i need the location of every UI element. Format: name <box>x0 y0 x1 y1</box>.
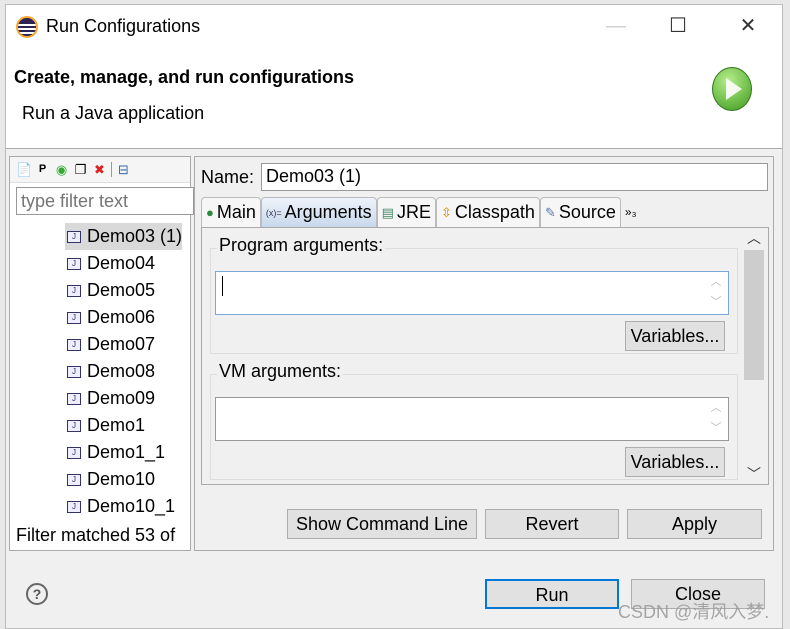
configuration-label: Demo09 <box>87 388 156 408</box>
configuration-label: Demo1_1 <box>87 442 166 462</box>
header-title: Create, manage, and run configurations <box>14 67 355 87</box>
apply-button[interactable]: Apply <box>627 509 762 539</box>
run-icon <box>712 67 752 111</box>
revert-button[interactable]: Revert <box>485 509 619 539</box>
configuration-item[interactable]: J Demo10 <box>65 466 182 493</box>
name-input[interactable]: Demo03 (1) <box>261 163 768 191</box>
run-configurations-dialog: Run Configurations — ☐ ✕ Create, manage,… <box>5 4 783 629</box>
title-bar: Run Configurations — ☐ ✕ <box>6 5 782 49</box>
tab-jre[interactable]: ▤ JRE <box>376 197 436 227</box>
program-arguments-label: Program arguments: <box>217 235 386 256</box>
scroll-down-icon[interactable]: ﹀ <box>742 464 766 484</box>
maximize-button[interactable]: ☐ <box>658 11 698 41</box>
configuration-tree: J Demo03 (1) J Demo04 J Demo05 J Demo06 J Demo07 J… <box>65 223 183 520</box>
textarea-scrollbar[interactable]: ︿ ﹀ <box>704 272 728 314</box>
program-arguments-input[interactable]: ︿ ﹀ <box>215 271 729 315</box>
arguments-panel: Program arguments: ︿ ﹀ Variables... VM ar… <box>201 227 769 485</box>
scroll-up-icon[interactable]: ︿ <box>742 228 766 248</box>
java-app-icon: J <box>67 257 81 270</box>
configuration-item[interactable]: J Demo1 <box>65 412 182 439</box>
duplicate-icon[interactable]: ❐ <box>73 162 88 177</box>
java-app-icon: J <box>67 392 81 405</box>
new-configuration-icon[interactable]: 📄 <box>16 162 32 177</box>
toolbar-divider <box>111 162 112 177</box>
configuration-item[interactable]: J Demo03 (1) <box>65 223 183 250</box>
configuration-label: Demo04 <box>87 253 156 273</box>
show-command-line-button[interactable]: Show Command Line <box>287 509 477 539</box>
configuration-item[interactable]: J Demo07 <box>65 331 182 358</box>
configuration-item[interactable]: J Demo08 <box>65 358 182 385</box>
tab-label: Classpath <box>454 202 535 222</box>
minimize-button[interactable]: — <box>596 11 636 41</box>
configuration-item[interactable]: J Demo09 <box>65 385 182 412</box>
scroll-thumb[interactable] <box>744 250 764 380</box>
delete-icon[interactable]: ✖ <box>92 162 107 177</box>
tab-label: Arguments <box>284 202 372 222</box>
tab-source[interactable]: ✎ Source <box>539 197 621 227</box>
java-app-icon: J <box>67 338 81 351</box>
tab-label: JRE <box>396 202 431 222</box>
configuration-item[interactable]: J Demo05 <box>65 277 182 304</box>
java-app-icon: J <box>67 365 81 378</box>
tab-classpath[interactable]: ⇳ Classpath <box>435 197 540 227</box>
header-subtitle: Run a Java application <box>22 103 205 123</box>
vm-arguments-group: VM arguments: ︿ ﹀ Variables... <box>210 361 738 480</box>
java-app-icon: J <box>67 446 81 459</box>
java-app-icon: J <box>67 419 81 432</box>
tab-main[interactable]: ● Main <box>201 197 261 227</box>
dialog-header: Create, manage, and run configurations R… <box>6 49 782 149</box>
vm-arguments-label: VM arguments: <box>217 361 344 382</box>
list-toolbar: 📄 P ◉ ❐ ✖ ⊟ <box>10 157 190 183</box>
filter-input[interactable] <box>16 187 194 215</box>
filter-status: Filter matched 53 of <box>16 525 176 545</box>
configuration-item[interactable]: J Demo06 <box>65 304 182 331</box>
configuration-label: Demo10 <box>87 469 156 489</box>
new-prototype-icon[interactable]: P <box>35 162 50 177</box>
tab-label: Main <box>216 202 256 222</box>
run-button[interactable]: Run <box>485 579 619 609</box>
more-tabs-button[interactable]: »₃ <box>621 197 641 227</box>
eclipse-icon <box>16 16 38 38</box>
tab-strip: ● Main (x)= Arguments ▤ JRE ⇳ Classpath ✎ Source»… <box>201 197 769 229</box>
collapse-all-icon[interactable]: ⊟ <box>116 162 131 177</box>
panel-scrollbar[interactable]: ︿ ﹀ <box>742 228 766 484</box>
help-icon[interactable]: ? <box>26 583 48 605</box>
java-app-icon: J <box>67 284 81 297</box>
configuration-item[interactable]: J Demo04 <box>65 250 182 277</box>
arguments-icon: (x)= <box>265 207 282 218</box>
vm-arguments-input[interactable]: ︿ ﹀ <box>215 397 729 441</box>
source-icon: ✎ <box>544 204 556 220</box>
watermark: CSDN @清风入梦. <box>618 602 770 622</box>
configuration-label: Demo07 <box>87 334 156 354</box>
configuration-label: Demo1 <box>87 415 146 435</box>
configuration-label: Demo05 <box>87 280 156 300</box>
configuration-editor: Name: Demo03 (1) ● Main (x)= Arguments ▤ JRE ⇳… <box>194 156 774 551</box>
java-app-icon: J <box>67 311 81 324</box>
configuration-list-panel: 📄 P ◉ ❐ ✖ ⊟ J Demo03 (1) J Demo04 J Demo05 J De… <box>9 156 194 551</box>
vm-variables-button[interactable]: Variables... <box>625 447 725 477</box>
configuration-label: Demo03 (1) <box>87 226 183 246</box>
tab-arguments[interactable]: (x)= Arguments <box>260 197 377 227</box>
main-icon: ● <box>206 205 214 220</box>
configuration-item[interactable]: J Demo1_1 <box>65 439 182 466</box>
classpath-icon: ⇳ <box>440 204 452 220</box>
configuration-label: Demo08 <box>87 361 156 381</box>
textarea-scrollbar[interactable]: ︿ ﹀ <box>704 398 728 440</box>
export-icon[interactable]: ◉ <box>54 162 69 177</box>
java-app-icon: J <box>67 473 81 486</box>
tab-label: Source <box>558 202 616 222</box>
java-app-icon: J <box>67 230 81 243</box>
configuration-label: Demo06 <box>87 307 156 327</box>
configuration-item[interactable]: J Demo10_1 <box>65 493 182 520</box>
jre-icon: ▤ <box>381 204 394 220</box>
window-title: Run Configurations <box>46 16 201 36</box>
program-variables-button[interactable]: Variables... <box>625 321 725 351</box>
program-arguments-group: Program arguments: ︿ ﹀ Variables... <box>210 235 738 354</box>
java-app-icon: J <box>67 500 81 513</box>
name-label: Name: <box>201 167 255 187</box>
configuration-label: Demo10_1 <box>87 496 176 516</box>
close-window-button[interactable]: ✕ <box>728 11 768 41</box>
